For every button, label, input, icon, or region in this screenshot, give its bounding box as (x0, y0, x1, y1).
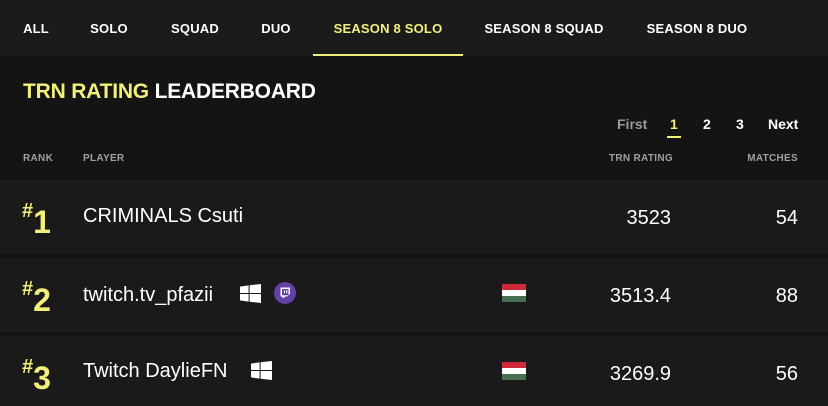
windows-icon (240, 284, 261, 303)
pagination-next[interactable]: Next (768, 116, 798, 132)
rank-badge: #3 (22, 354, 51, 396)
player-name[interactable]: Twitch DaylieFN (83, 360, 227, 383)
tab-bar: ALL SOLO SQUAD DUO SEASON 8 SOLO SEASON … (0, 0, 828, 56)
rank-symbol: # (22, 356, 34, 378)
trn-rating-value: 3523 (626, 207, 672, 229)
tab-duo[interactable]: DUO (248, 0, 304, 56)
table-row[interactable]: #1 CRIMINALS Csuti 3523 54 (0, 180, 828, 406)
rank-symbol: # (22, 278, 34, 300)
player-name[interactable]: twitch.tv_pfazii (83, 284, 213, 307)
column-header-matches: MATCHES (747, 153, 798, 164)
column-header-rating: TRN RATING (609, 153, 673, 164)
pagination-page-3[interactable]: 3 (736, 116, 744, 132)
hungary-flag-icon (502, 362, 526, 380)
windows-icon (251, 361, 272, 380)
twitch-icon[interactable] (274, 282, 296, 304)
matches-value: 54 (775, 207, 798, 229)
title-accent: TRN RATING (23, 80, 149, 103)
pagination-first[interactable]: First (617, 116, 647, 132)
rank-badge: #1 (22, 198, 51, 240)
tab-all[interactable]: ALL (12, 0, 60, 56)
trn-rating-value: 3513.4 (609, 285, 671, 307)
rank-number: 3 (33, 360, 51, 396)
table-row[interactable]: #3 Twitch DaylieFN (0, 336, 828, 406)
title-rest: LEADERBOARD (154, 80, 316, 103)
trn-rating-value: 3269.9 (609, 363, 671, 385)
hungary-flag-icon (502, 284, 526, 302)
pagination: First 1 2 3 Next (0, 116, 828, 138)
rank-badge: #2 (22, 276, 51, 318)
player-name[interactable]: CRIMINALS Csuti (83, 205, 243, 228)
matches-value: 56 (775, 363, 798, 385)
page-title: TRN RATING LEADERBOARD (23, 80, 316, 104)
tab-squad[interactable]: SQUAD (158, 0, 232, 56)
tab-season8-duo[interactable]: SEASON 8 DUO (632, 0, 762, 56)
rank-symbol: # (22, 200, 34, 222)
pagination-page-1[interactable]: 1 (667, 116, 681, 138)
tab-season8-solo[interactable]: SEASON 8 SOLO (313, 0, 463, 56)
matches-value: 88 (775, 285, 798, 307)
rank-number: 2 (33, 282, 51, 318)
column-header-rank: RANK (23, 153, 54, 164)
table-row[interactable]: #2 twitch.tv_pfazii (0, 258, 828, 332)
tab-solo[interactable]: SOLO (80, 0, 138, 56)
rank-number: 1 (33, 204, 51, 240)
pagination-page-2[interactable]: 2 (703, 116, 711, 132)
column-header-player: PLAYER (83, 153, 125, 164)
tab-season8-squad[interactable]: SEASON 8 SQUAD (474, 0, 614, 56)
